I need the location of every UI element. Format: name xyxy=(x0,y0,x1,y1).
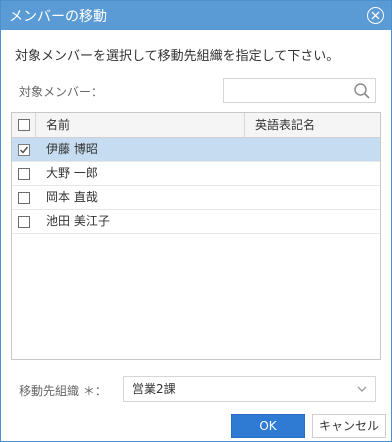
member-search-box xyxy=(223,78,376,103)
search-icon[interactable] xyxy=(353,82,371,100)
row-checkbox-cell xyxy=(12,186,36,209)
table-row[interactable]: 大野 一郎 xyxy=(12,162,380,186)
member-name: 大野 一郎 xyxy=(46,166,98,180)
chevron-down-icon xyxy=(357,386,367,392)
table-row[interactable]: 池田 美江子 xyxy=(12,210,380,234)
dialog-titlebar: メンバーの移動 xyxy=(1,1,391,30)
member-name: 伊藤 博昭 xyxy=(46,142,98,156)
check-icon xyxy=(19,146,29,154)
member-name: 池田 美江子 xyxy=(46,214,110,228)
row-checkbox-cell xyxy=(12,138,36,161)
instruction-text: 対象メンバーを選択して移動先組織を指定して下さい。 xyxy=(15,49,340,64)
column-header-english-name[interactable]: 英語表記名 xyxy=(245,113,380,137)
destination-select[interactable]: 営業2課 xyxy=(123,376,376,402)
row-checkbox-cell xyxy=(12,162,36,185)
destination-value: 営業2課 xyxy=(132,382,176,396)
member-grid: 名前 英語表記名 伊藤 博昭 大野 一郎 岡本 直哉 池田 美江子 xyxy=(11,112,381,360)
table-row[interactable]: 岡本 直哉 xyxy=(12,186,380,210)
row-checkbox[interactable] xyxy=(18,144,30,156)
close-icon xyxy=(371,11,380,20)
close-button[interactable] xyxy=(367,7,384,24)
member-search-input[interactable] xyxy=(224,79,348,102)
target-member-label: 対象メンバー： xyxy=(19,85,104,99)
row-checkbox[interactable] xyxy=(18,168,30,180)
header-checkbox-cell xyxy=(12,113,36,137)
table-row[interactable]: 伊藤 博昭 xyxy=(12,138,380,162)
row-checkbox-cell xyxy=(12,210,36,233)
row-checkbox[interactable] xyxy=(18,216,30,228)
member-name: 岡本 直哉 xyxy=(46,190,98,204)
grid-header: 名前 英語表記名 xyxy=(12,113,380,138)
dialog-title: メンバーの移動 xyxy=(9,9,107,25)
cancel-button[interactable]: キャンセル xyxy=(312,414,386,438)
ok-button[interactable]: OK xyxy=(231,414,305,438)
select-all-checkbox[interactable] xyxy=(18,119,30,131)
destination-label: 移動先組織 ＊： xyxy=(19,384,107,398)
column-header-name[interactable]: 名前 xyxy=(36,113,245,137)
row-checkbox[interactable] xyxy=(18,192,30,204)
move-member-dialog: メンバーの移動 対象メンバーを選択して移動先組織を指定して下さい。 対象メンバー… xyxy=(0,0,392,442)
